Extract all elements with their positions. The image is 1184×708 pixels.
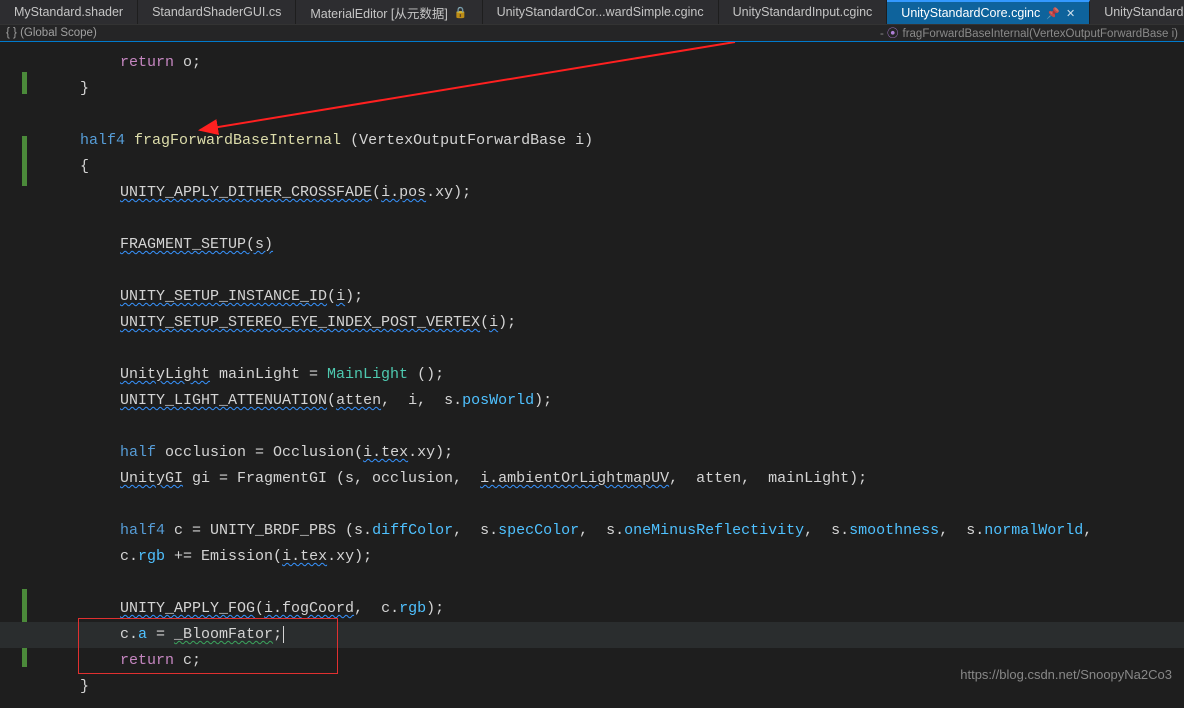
code-line: return o; [40,50,1184,76]
code-line [40,336,1184,362]
tab-standardshadergui[interactable]: StandardShaderGUI.cs [138,0,296,24]
tab-mystandard[interactable]: MyStandard.shader [0,0,138,24]
code-line [40,414,1184,440]
close-icon[interactable]: ✕ [1066,7,1075,20]
tab-standardcore[interactable]: UnityStandardCore.cginc📌✕ [887,0,1090,24]
tab-bar: MyStandard.shader StandardShaderGUI.cs M… [0,0,1184,24]
code-line: half4 c = UNITY_BRDF_PBS (s.diffColor, s… [40,518,1184,544]
code-line: UnityGI gi = FragmentGI (s, occlusion, i… [40,466,1184,492]
lock-icon: 🔒 [454,6,468,19]
code-line: UNITY_LIGHT_ATTENUATION(atten, i, s.posW… [40,388,1184,414]
text-cursor [283,626,284,643]
code-line: UnityLight mainLight = MainLight (); [40,362,1184,388]
change-marker [22,136,27,186]
change-marker [22,72,27,94]
tab-standardinput[interactable]: UnityStandardInput.cginc [719,0,888,24]
watermark: https://blog.csdn.net/SnoopyNa2Co3 [960,667,1172,682]
code-line [40,206,1184,232]
breadcrumb-scope[interactable]: { } (Global Scope) [6,27,97,39]
pin-icon[interactable]: 📌 [1046,7,1060,20]
tab-corewardsimple[interactable]: UnityStandardCor...wardSimple.cginc [483,0,719,24]
code-line [40,102,1184,128]
code-line: UNITY_APPLY_FOG(i.fogCoord, c.rgb); [40,596,1184,622]
code-line: FRAGMENT_SETUP(s) [40,232,1184,258]
breadcrumb-function[interactable]: - ⦿fragForwardBaseInternal(VertexOutputF… [880,25,1178,41]
code-line: } [40,76,1184,102]
code-line [40,258,1184,284]
code-line [40,570,1184,596]
code-line: UNITY_SETUP_INSTANCE_ID(i); [40,284,1184,310]
breadcrumb-bar: { } (Global Scope) - ⦿fragForwardBaseInt… [0,24,1184,42]
function-icon: ⦿ [887,28,899,40]
code-line: UNITY_SETUP_STEREO_EYE_INDEX_POST_VERTEX… [40,310,1184,336]
code-line: half occlusion = Occlusion(i.tex.xy); [40,440,1184,466]
tab-materialeditor[interactable]: MaterialEditor [从元数据]🔒 [296,0,482,24]
code-line [40,492,1184,518]
code-line: c.rgb += Emission(i.tex.xy); [40,544,1184,570]
code-line: UNITY_APPLY_DITHER_CROSSFADE(i.pos.xy); [40,180,1184,206]
code-line: { [40,154,1184,180]
code-line: half4 fragForwardBaseInternal (VertexOut… [40,128,1184,154]
tab-standardutils[interactable]: UnityStandardUtils.cginc [1090,0,1184,24]
code-editor[interactable]: return o; } half4 fragForwardBaseInterna… [0,42,1184,708]
code-line: c.a = _BloomFator; [40,622,1184,648]
